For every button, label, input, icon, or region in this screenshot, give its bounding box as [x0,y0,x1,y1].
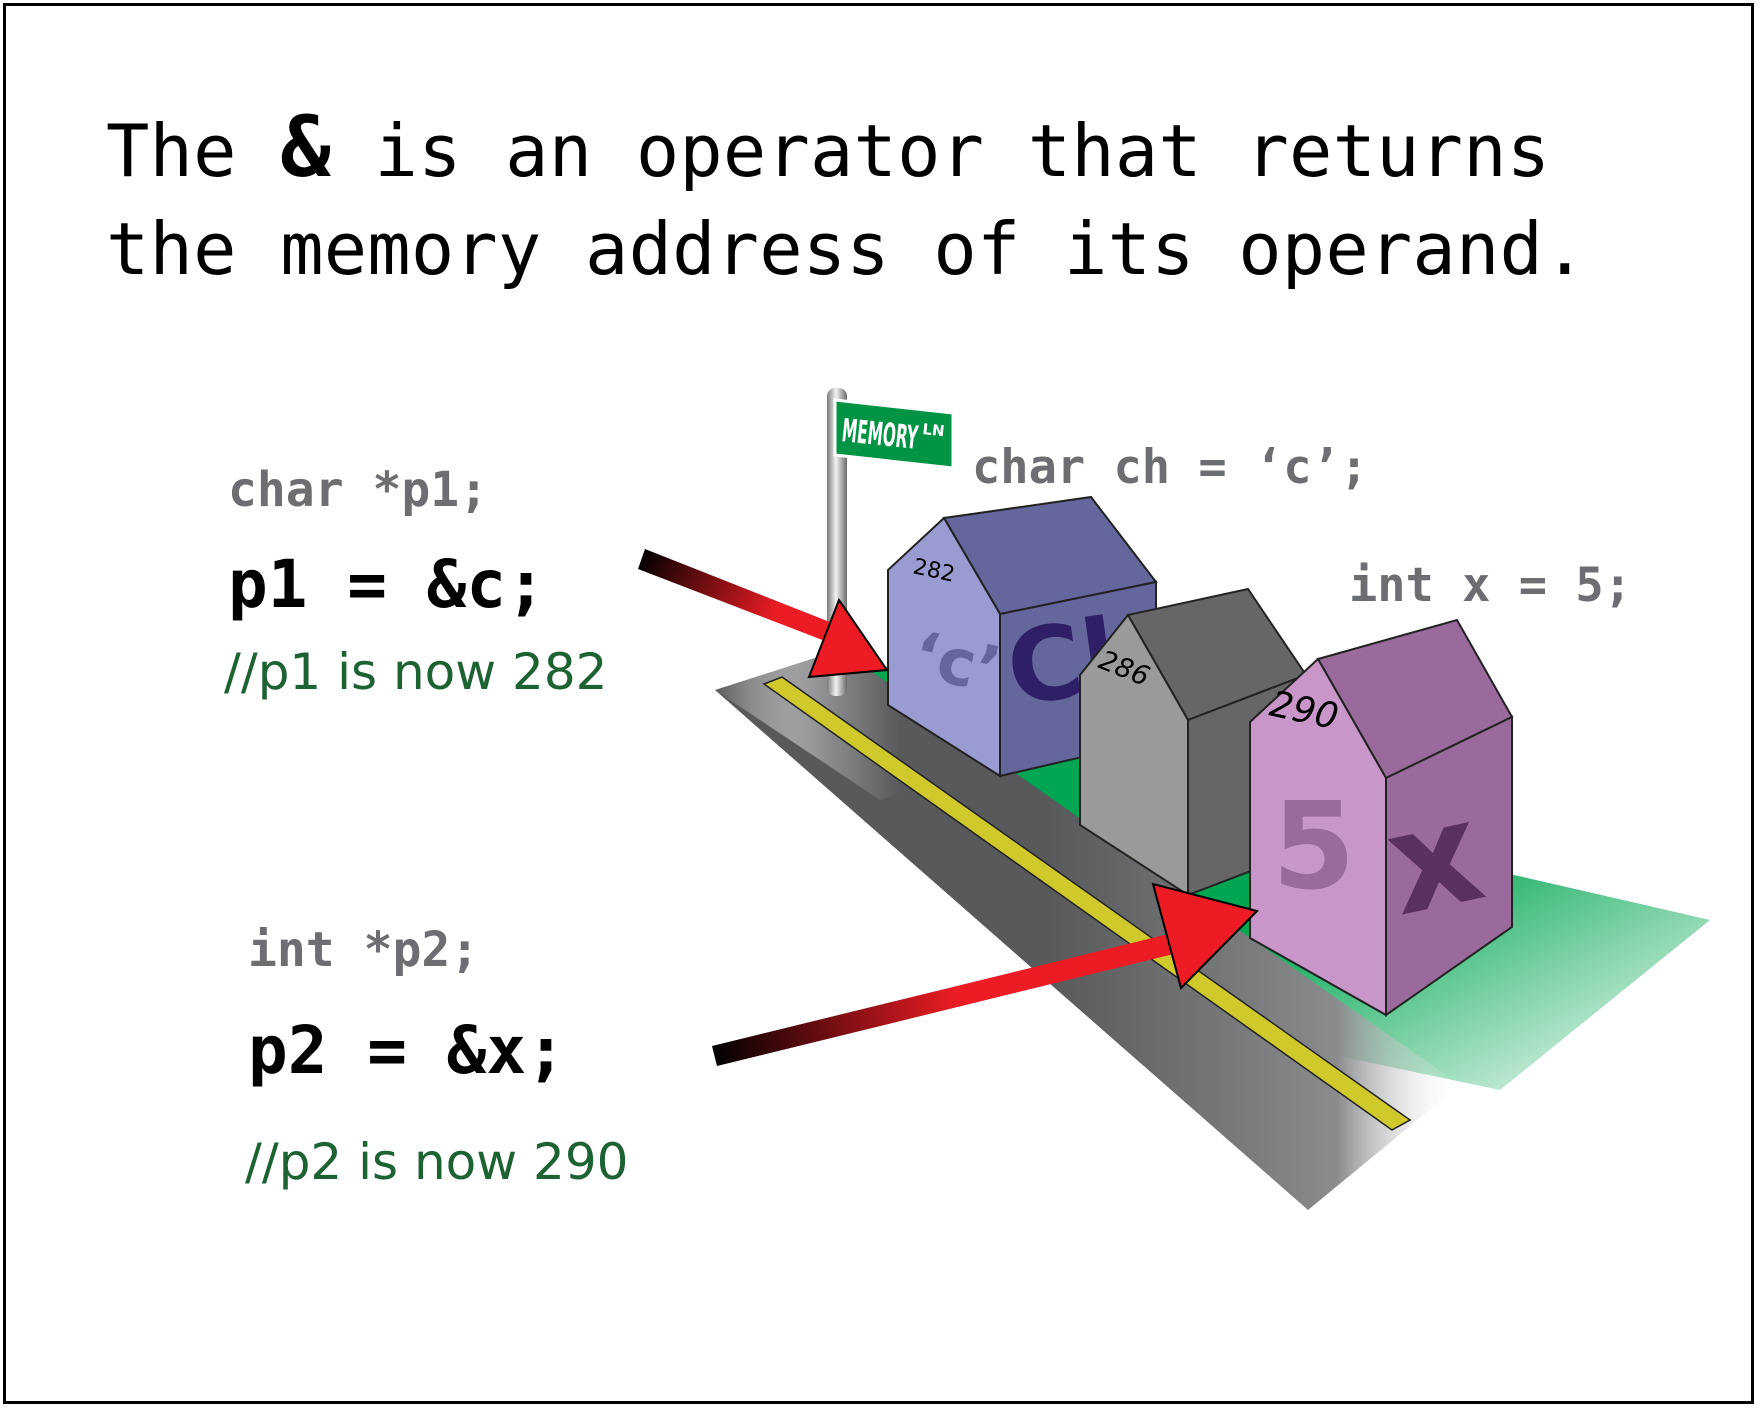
memory-lane-illustration: MEMORY LN 282 ‘c’ Ch 286 290 5 x char ch… [638,388,1710,1210]
house-ch-declaration: char ch = ‘c’; [972,440,1368,495]
house-x-declaration: int x = 5; [1349,558,1632,613]
p2-assignment: p2 = &x; [248,1012,566,1089]
house-x-value: 5 [1272,778,1356,917]
arrow-p1-shaft [638,549,845,646]
p1-assignment: p1 = &c; [228,546,546,623]
p2-comment: //p2 is now 290 [245,1133,629,1191]
p2-declaration: int *p2; [248,922,480,978]
sign-street-name: MEMORY [840,411,920,457]
arrow-p1 [638,549,889,679]
p1-comment: //p1 is now 282 [224,643,608,701]
p1-declaration: char *p1; [228,462,489,518]
sign-street-suffix: LN [922,420,946,440]
